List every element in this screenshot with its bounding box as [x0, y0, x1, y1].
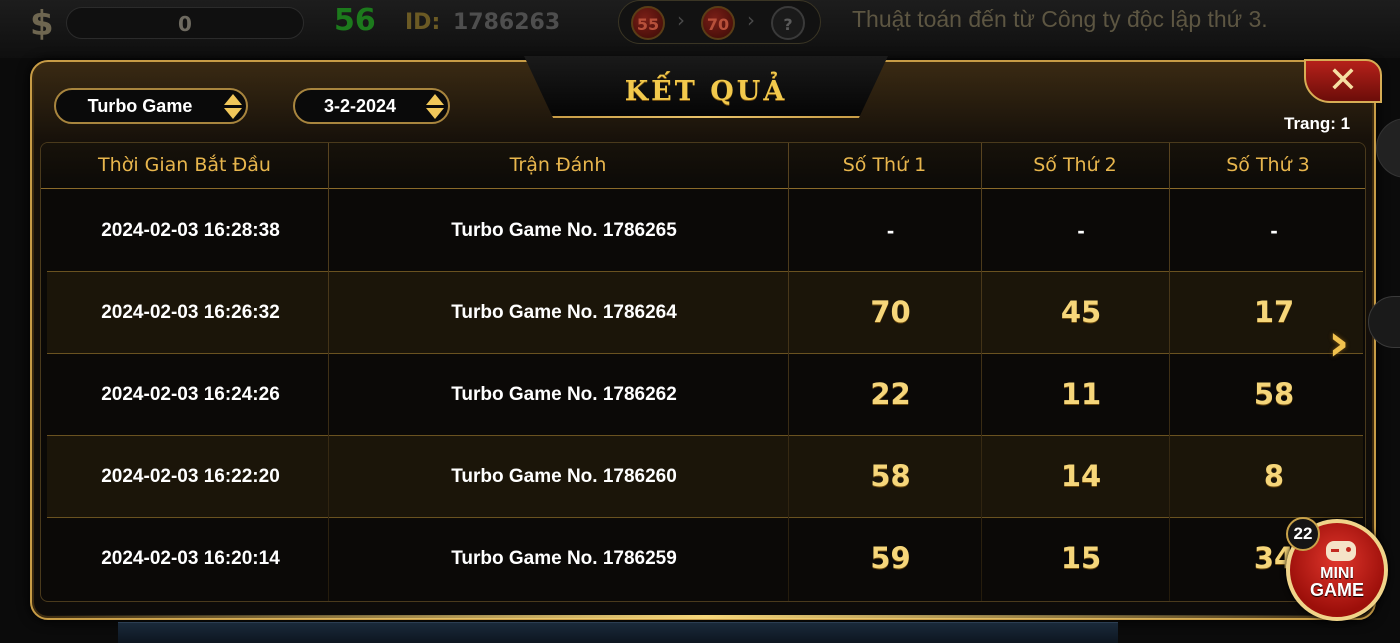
date-select[interactable]: 3-2-2024 — [293, 88, 450, 124]
column-divider — [788, 143, 789, 601]
cell-start-time: 2024-02-03 16:26:32 — [101, 302, 280, 323]
cell-start-time: 2024-02-03 16:28:38 — [101, 220, 280, 241]
cell-number-1: 58 — [870, 459, 911, 493]
minigame-label-bottom: GAME — [1310, 580, 1364, 600]
cell-number-3: - — [1270, 218, 1278, 243]
header-start-time: Thời Gian Bắt Đầu — [98, 154, 271, 176]
history-ball: 55 — [631, 6, 665, 40]
cell-start-time: 2024-02-03 16:20:14 — [101, 548, 280, 569]
cell-number-1: - — [886, 218, 895, 243]
up-down-arrows-icon — [222, 93, 244, 121]
gamepad-icon — [1326, 541, 1356, 561]
id-label: ID: — [405, 10, 441, 35]
results-modal: KẾT QUẢ ✕ Turbo Game 3-2-2024 Trang: 1 T… — [30, 56, 1382, 620]
top-hud: $ 0 56 ID: 1786263 55 › 70 › ? Thuật toá… — [0, 0, 1400, 58]
history-ball-pending: ? — [771, 6, 805, 40]
cell-number-1: 70 — [870, 295, 911, 329]
close-button[interactable]: ✕ — [1304, 59, 1382, 103]
id-value: 1786263 — [453, 10, 561, 35]
cell-match: Turbo Game No. 1786265 — [451, 220, 677, 241]
chevron-right-icon: › — [747, 8, 755, 32]
cell-start-time: 2024-02-03 16:22:20 — [101, 466, 280, 487]
next-page-arrow-icon[interactable]: › — [1328, 316, 1368, 370]
cell-number-3: 8 — [1263, 459, 1285, 493]
table-row: 2024-02-03 16:26:32 Turbo Game No. 17862… — [47, 272, 1363, 353]
header-number-1: Số Thứ 1 — [842, 154, 927, 176]
bottom-glow — [32, 615, 1378, 619]
column-divider — [981, 143, 982, 601]
cell-match: Turbo Game No. 1786259 — [451, 548, 677, 569]
page-indicator: Trang: 1 — [1284, 114, 1351, 133]
close-icon: ✕ — [1327, 60, 1359, 101]
cell-start-time: 2024-02-03 16:24:26 — [101, 384, 280, 405]
cell-number-2: 14 — [1060, 459, 1102, 493]
balance-field[interactable]: 0 — [66, 7, 304, 39]
column-divider — [1169, 143, 1170, 601]
table-header: Thời Gian Bắt Đầu Trận Đánh Số Thứ 1 Số … — [41, 143, 1365, 189]
cell-match: Turbo Game No. 1786264 — [451, 302, 677, 323]
modal-title: KẾT QUẢ — [624, 76, 788, 107]
history-ball: 70 — [701, 6, 735, 40]
minigame-button[interactable]: MINI GAME 22 — [1286, 517, 1388, 621]
header-number-3: Số Thứ 3 — [1226, 154, 1310, 176]
title-underline — [552, 116, 860, 118]
column-divider — [328, 143, 329, 601]
table-row: 2024-02-03 16:22:20 Turbo Game No. 17862… — [47, 436, 1363, 517]
header-match: Trận Đánh — [509, 154, 607, 176]
table-row: 2024-02-03 16:20:14 Turbo Game No. 17862… — [47, 518, 1363, 599]
header-number-2: Số Thứ 2 — [1033, 154, 1117, 176]
date-select-value: 3-2-2024 — [323, 96, 397, 116]
cell-match: Turbo Game No. 1786260 — [451, 466, 677, 487]
cell-number-2: 15 — [1060, 541, 1102, 575]
cell-number-2: 11 — [1060, 377, 1102, 411]
notification-badge: 22 — [1286, 517, 1320, 551]
chevron-right-icon: › — [677, 8, 685, 32]
info-ticker: Thuật toán đến từ Công ty độc lập thứ 3. — [852, 6, 1268, 32]
side-panel-handle[interactable] — [1376, 118, 1400, 178]
cell-number-1: 59 — [870, 541, 911, 575]
game-select-value: Turbo Game — [87, 96, 193, 116]
bottom-strip — [118, 622, 1118, 643]
cell-match: Turbo Game No. 1786262 — [451, 384, 677, 405]
table-row: 2024-02-03 16:24:26 Turbo Game No. 17862… — [47, 354, 1363, 435]
cell-number-2: - — [1077, 218, 1085, 243]
results-table: Thời Gian Bắt Đầu Trận Đánh Số Thứ 1 Số … — [40, 142, 1366, 602]
up-down-arrows-icon — [424, 93, 446, 121]
countdown-counter: 56 — [334, 3, 376, 38]
cell-number-2: 45 — [1060, 295, 1102, 329]
result-history[interactable]: 55 › 70 › ? — [618, 0, 821, 44]
cell-number-1: 22 — [870, 377, 911, 411]
table-row: 2024-02-03 16:28:38 Turbo Game No. 17862… — [47, 190, 1363, 271]
dollar-icon: $ — [30, 4, 54, 44]
game-select[interactable]: Turbo Game — [54, 88, 248, 124]
